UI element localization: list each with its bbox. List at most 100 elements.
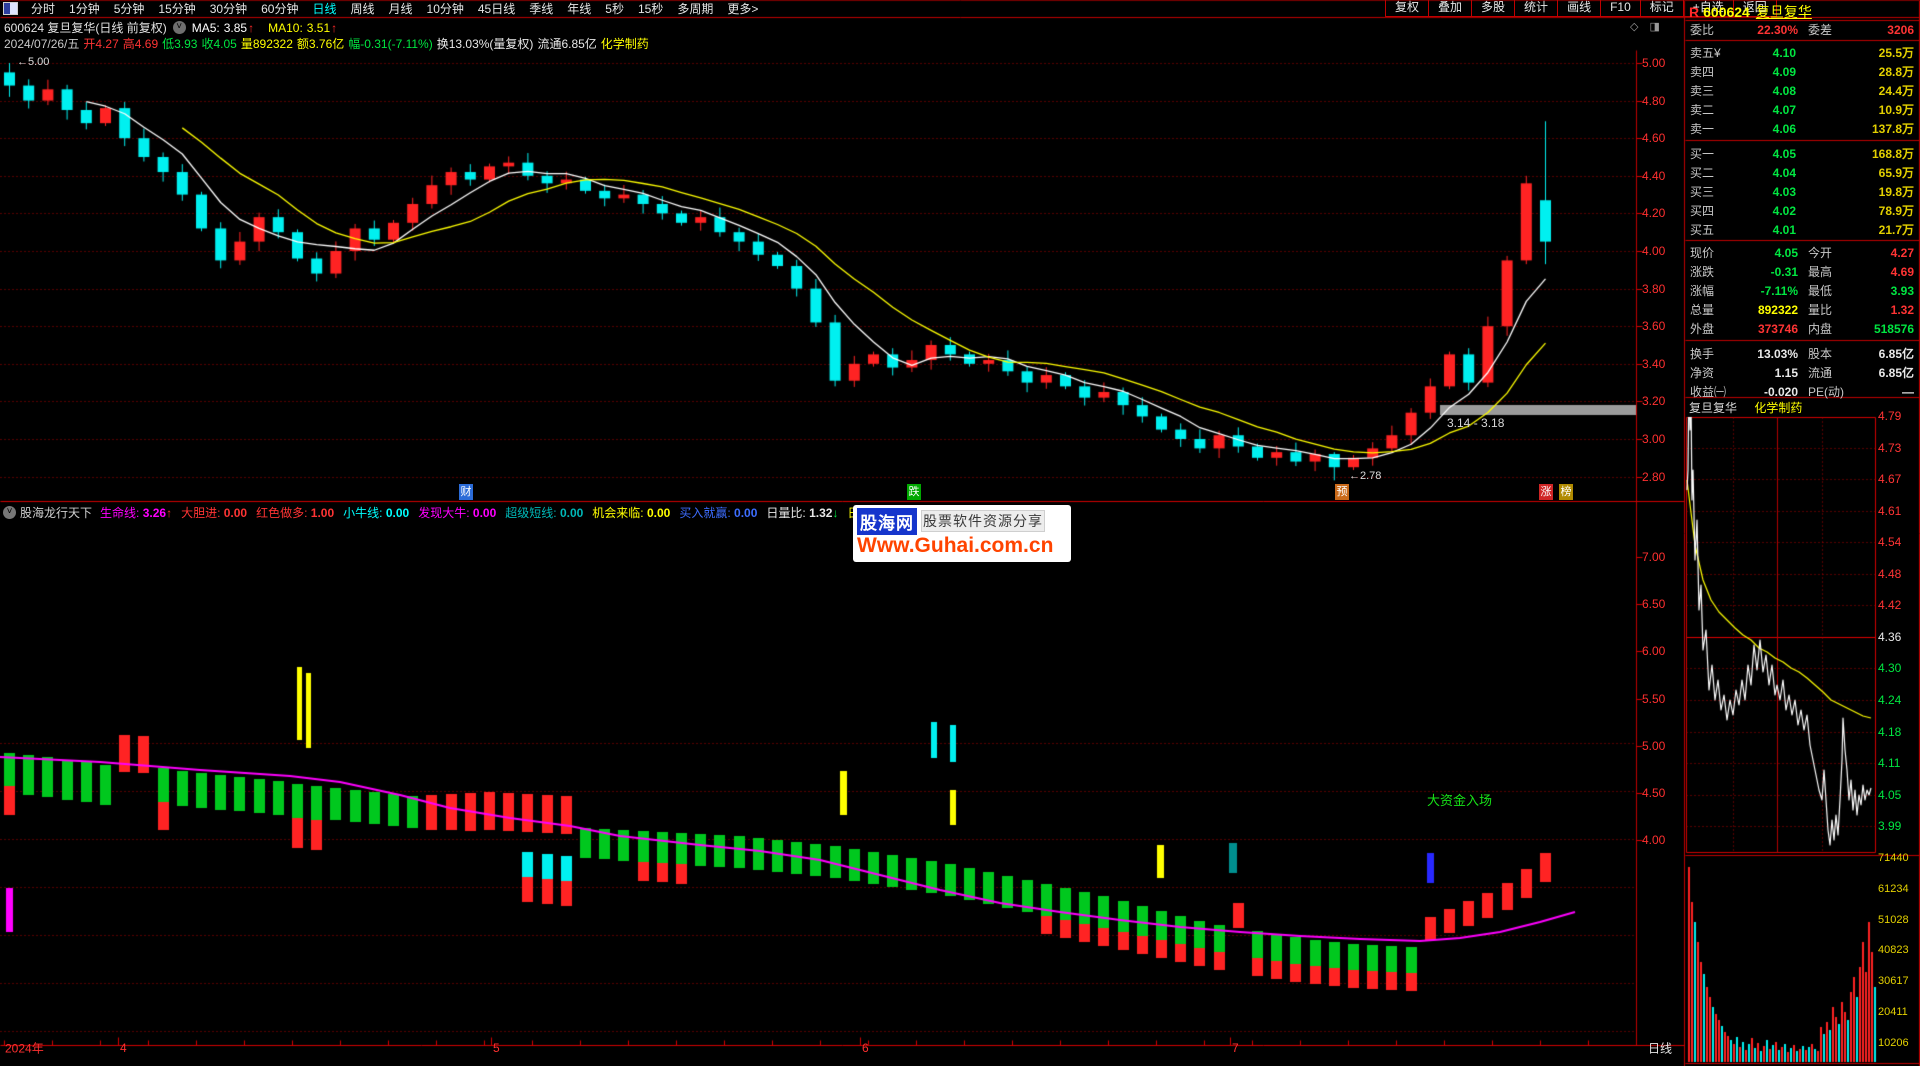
stats-row: 总量892322 量比1.32 [1685, 301, 1919, 320]
bid-row[interactable]: 买四4.0278.9万 [1685, 202, 1919, 221]
ohlc-field: 低3.93 [162, 35, 197, 52]
weibi-row: 委比 22.30% 委差 3206 [1685, 21, 1919, 40]
price-box-label: 3.14 - 3.18 [1447, 416, 1504, 430]
period-tab[interactable]: 多周期 [670, 0, 720, 17]
toolbar-button[interactable]: 叠加 [1428, 0, 1472, 17]
toolbar-button[interactable]: 画线 [1557, 0, 1601, 17]
period-tab[interactable]: 年线 [560, 0, 598, 17]
ask-row[interactable]: 卖一4.06137.8万 [1685, 120, 1919, 139]
ohlc-field: 幅-0.31(-7.11%) [348, 35, 432, 52]
indicator-field: 买入就赢: 0.00 [679, 504, 757, 521]
stats-row: 现价4.05 今开4.27 [1685, 244, 1919, 263]
ohlc-field: 量892322 [241, 35, 293, 52]
ohlc-field: 高4.69 [123, 35, 158, 52]
tab-industry[interactable]: 化学制药 [1754, 401, 1802, 415]
indicator-name: 股海龙行天下 [20, 504, 92, 521]
ohlc-row: 2024/07/26/五开4.27 高4.69低3.93收4.05 量892322额… [4, 35, 653, 52]
stats-row: 净资1.15 流通6.85亿 [1685, 364, 1919, 383]
bid-row[interactable]: 买一4.05168.8万 [1685, 145, 1919, 164]
toolbar-button[interactable]: 标记 [1640, 0, 1684, 17]
bid-row[interactable]: 买二4.0465.9万 [1685, 164, 1919, 183]
indicator-field: 发现大牛: 0.00 [418, 504, 496, 521]
ohlc-field: 化学制药 [601, 35, 649, 52]
collapse-icon[interactable]: ˅ [173, 21, 186, 34]
time-axis: 2024年4567日线 [0, 1046, 1684, 1066]
period-tab[interactable]: 季线 [522, 0, 560, 17]
period-tab[interactable]: 月线 [382, 0, 420, 17]
stats-row: 换手13.03% 股本6.85亿 [1685, 345, 1919, 364]
chart-corner-icons[interactable]: ◇ ◨ [1630, 20, 1664, 33]
period-tab[interactable]: 45日线 [471, 0, 522, 17]
ma5-label: MA5: [192, 21, 220, 35]
stats-row: 涨幅-7.11% 最低3.93 [1685, 282, 1919, 301]
period-tab[interactable]: 分时 [24, 0, 62, 17]
toolbar-button[interactable]: 多股 [1471, 0, 1515, 17]
period-tab[interactable]: 日线 [305, 0, 343, 17]
sidebar-stock-header[interactable]: R600624 复旦复华 [1689, 2, 1812, 22]
toolbar-button[interactable]: 统计 [1514, 0, 1558, 17]
high-price-marker: ←5.00 [17, 56, 49, 68]
stock-code-name: 600624 复旦复华(日线 前复权) [4, 19, 167, 36]
event-badge: 涨 [1539, 484, 1553, 500]
indicator-field: 日量比: 1.32↓ [766, 504, 838, 521]
period-tab[interactable]: 60分钟 [254, 0, 305, 17]
bid-row[interactable]: 买三4.0319.8万 [1685, 183, 1919, 202]
event-badge: 财 [459, 484, 473, 500]
indicator-field: 小牛线: 0.00 [343, 504, 409, 521]
low-price-marker: ←2.78 [1349, 470, 1381, 482]
period-tab[interactable]: 更多> [720, 0, 765, 17]
watermark-url: Www.Guhai.com.cn [857, 534, 1067, 558]
quote-sidebar: R600624 复旦复华 委比 22.30% 委差 3206 卖五¥4.1025.… [1685, 0, 1920, 1066]
sidebar-stock-code: 600624 [1703, 4, 1750, 20]
ma5-value: 3.85 [224, 21, 247, 35]
watermark-logo: 股海网 [857, 508, 917, 535]
tab-stock[interactable]: 复旦复华 [1689, 401, 1737, 415]
ohlc-field: 换13.03%(量复权) [437, 35, 534, 52]
stats-row: 外盘373746 内盘518576 [1685, 320, 1919, 339]
indicator-field: 超级短线: 0.00 [505, 504, 583, 521]
toolbar-button[interactable]: F10 [1600, 0, 1641, 17]
ohlc-field: 开4.27 [83, 35, 118, 52]
watermark-slogan: 股票软件资源分享 [922, 511, 1044, 531]
ask-row[interactable]: 卖四4.0928.8万 [1685, 63, 1919, 82]
ma10-value: 3.51 [307, 21, 330, 35]
event-badge: 榜 [1559, 484, 1573, 500]
watermark: 股海网 股票软件资源分享 Www.Guhai.com.cn [853, 505, 1071, 562]
period-tab[interactable]: 10分钟 [420, 0, 471, 17]
event-badge: 跌 [907, 484, 921, 500]
app-window: { "palette":{"r":"#ff3434","g":"#00e641"… [0, 0, 1920, 1066]
ask-row[interactable]: 卖二4.0710.9万 [1685, 101, 1919, 120]
weibi-value: 22.30% [1736, 21, 1798, 40]
indicator-field: 机会来临: 0.00 [592, 504, 670, 521]
period-tab[interactable]: 5分钟 [107, 0, 152, 17]
period-tabs: 分时1分钟5分钟15分钟30分钟60分钟日线周线月线10分钟45日线季线年线5秒… [24, 0, 765, 17]
indicator-signal-text: 大资金入场 [1427, 790, 1492, 809]
sidebar-tabs: 复旦复华 化学制药 [1689, 400, 1802, 416]
ma10-arrow: ↑ [331, 21, 337, 35]
ma10-label: MA10: [268, 21, 303, 35]
ask-row[interactable]: 卖三4.0824.4万 [1685, 82, 1919, 101]
margin-flag: R [1689, 4, 1699, 20]
ohlc-field: 流通6.85亿 [537, 35, 596, 52]
period-tab[interactable]: 5秒 [598, 0, 631, 17]
period-tab[interactable]: 30分钟 [203, 0, 254, 17]
period-tab[interactable]: 15分钟 [151, 0, 202, 17]
stats-row: 涨跌-0.31 最高4.69 [1685, 263, 1919, 282]
ohlc-field: 额3.76亿 [297, 35, 344, 52]
window-icon[interactable] [3, 2, 18, 15]
toolbar-button[interactable]: 复权 [1385, 0, 1429, 17]
indicator-field: 大胆进: 0.00 [181, 504, 247, 521]
ohlc-field: 收4.05 [201, 35, 236, 52]
period-tab[interactable]: 1分钟 [62, 0, 107, 17]
indicator-collapse-icon[interactable]: ˅ [3, 506, 16, 519]
sidebar-stock-name: 复旦复华 [1756, 4, 1812, 20]
period-tab[interactable]: 15秒 [631, 0, 670, 17]
ohlc-field: 2024/07/26/五 [4, 35, 79, 52]
weicha-value: 3206 [1860, 21, 1919, 40]
ma5-arrow: ↑ [248, 21, 254, 35]
ask-row[interactable]: 卖五¥4.1025.5万 [1685, 44, 1919, 63]
bid-row[interactable]: 买五4.0121.7万 [1685, 221, 1919, 240]
indicator-field: 红色做多: 1.00 [256, 504, 334, 521]
indicator-field: 生命线: 3.26↑ [100, 504, 172, 521]
period-tab[interactable]: 周线 [343, 0, 381, 17]
